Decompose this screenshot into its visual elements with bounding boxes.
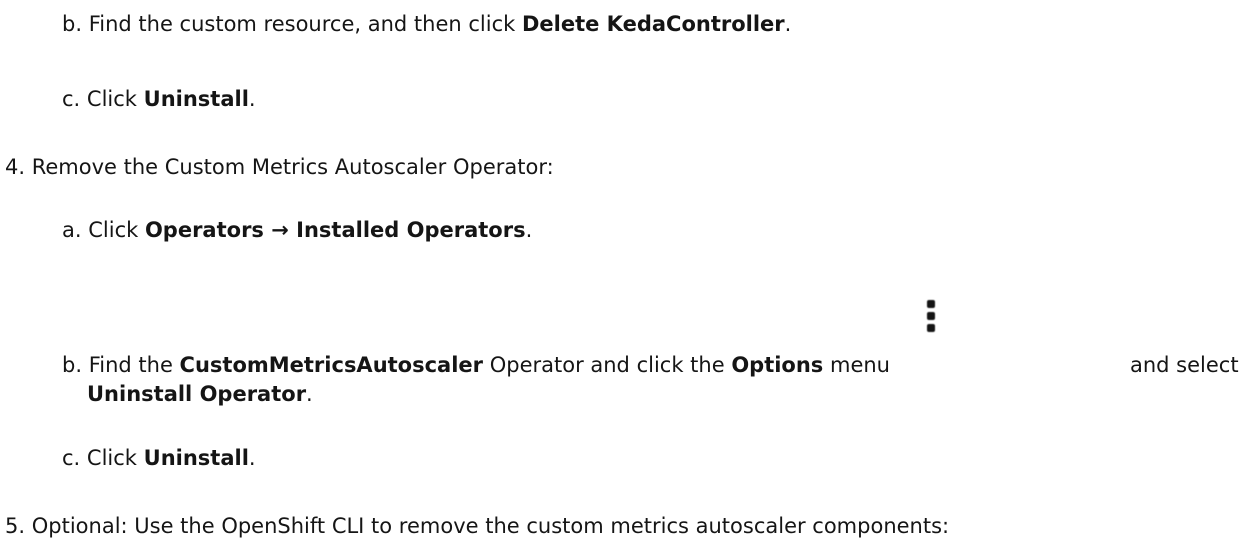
- step-text: Remove the Custom Metrics Autoscaler Ope…: [31, 155, 554, 179]
- kebab-dot: [927, 312, 935, 320]
- kebab-dot: [927, 300, 935, 308]
- punctuation: .: [248, 87, 256, 111]
- step-text: Click: [88, 218, 145, 242]
- ui-term-options: Options: [731, 353, 824, 377]
- list-item-step-5: 5. Optional: Use the OpenShift CLI to re…: [5, 513, 949, 539]
- step-text: Find the custom resource, and then click: [88, 12, 522, 36]
- punctuation: .: [784, 12, 792, 36]
- step-text: Click: [86, 446, 144, 470]
- list-item-sub-b: b. Find the custom resource, and then cl…: [62, 11, 791, 37]
- list-marker: b.: [62, 353, 83, 377]
- ui-term-uninstall: Uninstall: [143, 446, 249, 470]
- list-item-step-4-a: a. Click Operators → Installed Operators…: [62, 217, 532, 243]
- list-item-sub-c: c. Click Uninstall.: [62, 86, 256, 112]
- punctuation: .: [525, 218, 533, 242]
- ui-term-uninstall: Uninstall: [143, 87, 249, 111]
- ui-term-delete-kedacontroller: Delete KedaController: [521, 12, 785, 36]
- step-text: Find the: [88, 353, 180, 377]
- list-marker: b.: [62, 12, 83, 36]
- punctuation: .: [248, 446, 256, 470]
- punctuation: .: [306, 382, 313, 406]
- list-marker: a.: [62, 218, 82, 242]
- list-marker: 5.: [5, 514, 26, 538]
- ui-term-custommetricsautoscaler: CustomMetricsAutoscaler: [179, 353, 484, 377]
- step-text: menu: [823, 353, 890, 377]
- step-text: Optional: Use the OpenShift CLI to remov…: [31, 514, 950, 538]
- step-text-continued: and select: [1130, 353, 1239, 377]
- list-marker: 4.: [5, 155, 26, 179]
- list-item-step-4-c: c. Click Uninstall.: [62, 445, 256, 471]
- step-text: Click: [86, 87, 144, 111]
- ui-term-uninstall-operator: Uninstall Operator: [87, 382, 307, 406]
- list-marker: c.: [62, 446, 81, 470]
- kebab-menu-icon: [927, 300, 935, 340]
- step-text: Operator and click the: [483, 353, 732, 377]
- list-item-step-4-b-continued: Uninstall Operator.: [87, 381, 313, 407]
- list-item-step-4: 4. Remove the Custom Metrics Autoscaler …: [5, 154, 554, 180]
- list-marker: c.: [62, 87, 81, 111]
- kebab-dot: [927, 324, 935, 332]
- ui-term-installed-operators: Operators → Installed Operators: [144, 218, 526, 242]
- list-item-step-4-b: b. Find the CustomMetricsAutoscaler Oper…: [62, 352, 890, 378]
